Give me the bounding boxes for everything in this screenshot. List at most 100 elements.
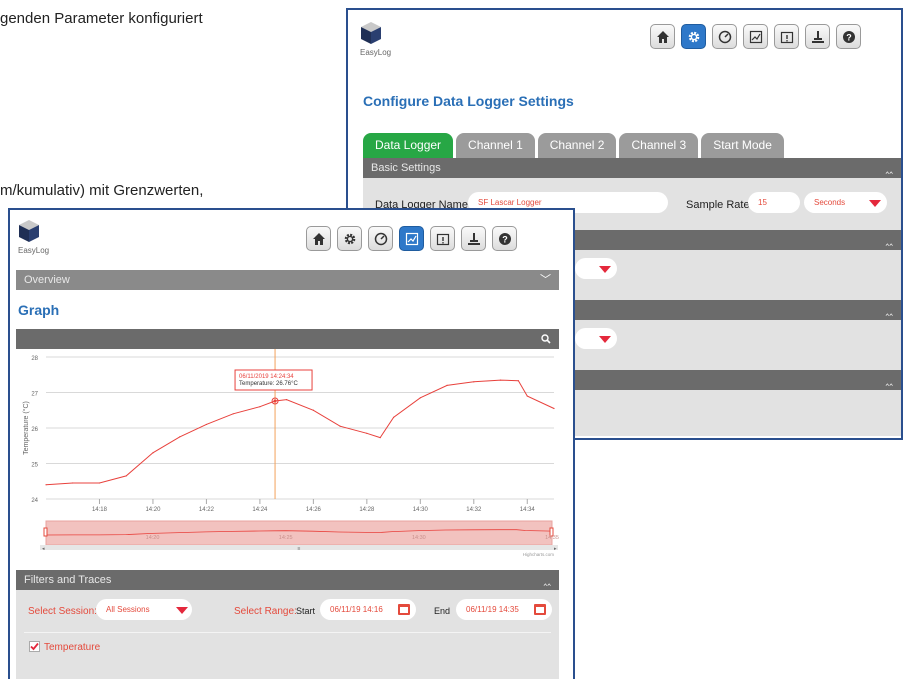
- range-start-label: Start: [296, 606, 316, 616]
- y-axis-label: Temperature (°C): [22, 401, 30, 455]
- filters-title: Filters and Traces: [24, 574, 112, 586]
- chart-container: 28 27 26 25 24 Temperature (°C) 14:18 14:20 14:2…: [16, 349, 559, 558]
- filters-panel: Select Session: All Sessions Select Rang…: [16, 590, 559, 679]
- collapse-chevron-icon[interactable]: ‸‸: [886, 370, 893, 390]
- data-point: [517, 380, 519, 382]
- collapse-chevron-icon[interactable]: ‸‸: [886, 300, 893, 320]
- svg-text:?: ?: [502, 234, 508, 244]
- home-icon: [656, 30, 669, 43]
- svg-text:?: ?: [846, 32, 852, 42]
- nav-settings-button[interactable]: [681, 24, 706, 49]
- tooltip-box: [234, 369, 313, 391]
- tooltip-value: Temperature: 26.76°C: [239, 381, 298, 387]
- x-tick-label: 14:30: [413, 507, 429, 513]
- help-icon: ?: [498, 232, 511, 245]
- graph-title: Graph: [18, 302, 60, 318]
- easylog-cube-icon: [361, 22, 381, 44]
- tab-channel-1[interactable]: Channel 1: [456, 133, 535, 158]
- nav-home-button[interactable]: [306, 226, 331, 251]
- graph-navbar: ?: [306, 226, 517, 251]
- temperature-trace-checkbox[interactable]: [29, 641, 40, 652]
- settings-tabs: Data Logger Channel 1 Channel 2 Channel …: [363, 133, 784, 158]
- filters-header[interactable]: Filters and Traces ‸‸: [16, 570, 559, 590]
- nav-help-button[interactable]: ?: [492, 226, 517, 251]
- select-range-label: Select Range:: [234, 606, 297, 617]
- navigator-tick-label: 14:35: [545, 535, 559, 541]
- graph-toolbar: [16, 329, 559, 349]
- nav-alarm-button[interactable]: [774, 24, 799, 49]
- data-point: [286, 399, 288, 401]
- download-icon: [467, 232, 480, 245]
- temperature-trace-label: Temperature: [44, 642, 101, 653]
- collapse-chevron-icon[interactable]: ‸‸: [886, 230, 893, 250]
- x-tick-label: 14:32: [466, 507, 482, 513]
- graph-window: EasyLog ? Overview ﹀ Graph 28 27 26 25 2…: [8, 208, 575, 679]
- temperature-chart[interactable]: 28 27 26 25 24 Temperature (°C) 14:18 14:20 14:2…: [16, 349, 559, 558]
- dropdown-arrow-icon: [599, 266, 611, 273]
- data-point: [72, 482, 74, 484]
- y-tick-label: 27: [31, 392, 38, 398]
- dropdown-arrow-icon: [176, 607, 188, 614]
- data-point: [339, 425, 341, 427]
- data-point: [419, 397, 421, 399]
- x-tick-label: 14:22: [199, 507, 215, 513]
- dropdown-arrow-icon: [869, 200, 881, 207]
- help-icon: ?: [842, 30, 855, 43]
- data-point: [499, 379, 502, 381]
- tab-data-logger[interactable]: Data Logger: [363, 133, 454, 158]
- dropdown-arrow-icon: [599, 336, 611, 343]
- range-end-label: End: [434, 606, 451, 616]
- nav-help-button[interactable]: ?: [836, 24, 861, 49]
- gauge-icon: [718, 30, 731, 43]
- nav-graph-button[interactable]: [399, 226, 424, 251]
- x-tick-label: 14:18: [92, 507, 108, 513]
- collapse-chevron-icon[interactable]: ‸‸: [886, 158, 893, 178]
- nav-gauge-button[interactable]: [368, 226, 393, 251]
- x-tick-label: 14:24: [252, 507, 268, 513]
- nav-download-button[interactable]: [805, 24, 830, 49]
- data-point: [366, 432, 368, 434]
- nav-graph-button[interactable]: [743, 24, 768, 49]
- y-tick-label: 26: [31, 427, 38, 433]
- scrollbar-grip-icon: ≡: [298, 546, 301, 552]
- nav-download-button[interactable]: [461, 226, 486, 251]
- easylog-logo: EasyLog: [18, 219, 49, 255]
- sample-rate-label: Sample Rate: [686, 199, 750, 211]
- nav-alarm-button[interactable]: [430, 226, 455, 251]
- data-point: [179, 436, 181, 438]
- data-point: [312, 409, 314, 411]
- data-point: [473, 381, 475, 383]
- data-point: [125, 475, 127, 477]
- hover-marker-dot: [273, 399, 277, 403]
- navigator-tick-label: 14:20: [146, 535, 160, 541]
- expand-chevron-icon[interactable]: ﹀: [540, 270, 551, 290]
- data-point: [205, 423, 208, 426]
- overview-header[interactable]: Overview ﹀: [16, 270, 559, 290]
- data-point: [98, 482, 101, 484]
- nav-home-button[interactable]: [650, 24, 675, 49]
- easylog-logo: EasyLog: [360, 21, 391, 57]
- calendar-icon[interactable]: [398, 604, 410, 615]
- tab-channel-3[interactable]: Channel 3: [619, 133, 699, 158]
- gauge-icon: [374, 232, 387, 245]
- graph-icon: [749, 30, 762, 43]
- graph-icon: [405, 232, 418, 245]
- collapse-chevron-icon[interactable]: ‸‸: [544, 570, 551, 590]
- chart-credits: Highcharts.com: [523, 552, 555, 557]
- tab-start-mode[interactable]: Start Mode: [701, 133, 784, 158]
- zoom-icon[interactable]: [541, 334, 551, 344]
- nav-settings-button[interactable]: [337, 226, 362, 251]
- easylog-logo-text: EasyLog: [360, 48, 392, 57]
- sample-rate-input[interactable]: 15: [748, 192, 800, 213]
- x-tick-label: 14:26: [306, 507, 322, 513]
- check-icon: [30, 642, 39, 651]
- data-point: [553, 407, 555, 410]
- download-icon: [811, 30, 824, 43]
- nav-gauge-button[interactable]: [712, 24, 737, 49]
- basic-settings-header[interactable]: Basic Settings ‸‸: [363, 158, 901, 178]
- data-point: [152, 452, 154, 454]
- calendar-icon[interactable]: [534, 604, 546, 615]
- alarm-calendar-icon: [780, 31, 793, 43]
- data-point: [446, 384, 448, 386]
- tab-channel-2[interactable]: Channel 2: [537, 133, 617, 158]
